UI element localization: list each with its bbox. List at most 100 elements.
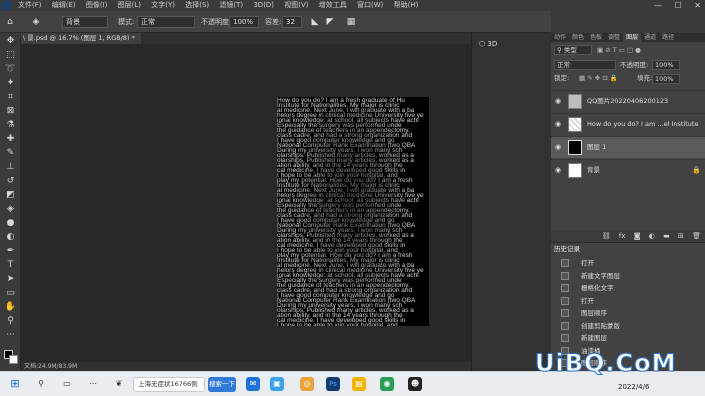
- menu-3d[interactable]: 3D(D): [253, 1, 274, 9]
- trash-icon[interactable]: 🗑: [692, 232, 701, 240]
- blur-tool-icon[interactable]: ●: [4, 217, 17, 230]
- windows-start-icon[interactable]: ⊞: [8, 377, 22, 391]
- layer-row[interactable]: ◉ QQ图片20220406200123: [551, 90, 705, 112]
- fill-input[interactable]: 100%: [652, 74, 680, 84]
- history-item[interactable]: 新建图层: [551, 332, 705, 344]
- frame-tool-icon[interactable]: ⊠: [4, 105, 17, 118]
- paint-bucket-tool-icon[interactable]: ◈: [4, 203, 17, 216]
- home-icon[interactable]: ⌂: [4, 16, 16, 28]
- lasso-tool-icon[interactable]: ➰: [4, 63, 17, 76]
- news-search-pill[interactable]: 上海无症状16766例: [133, 377, 205, 392]
- brush-tool-icon[interactable]: ✎: [4, 147, 17, 160]
- menu-plugins[interactable]: 增效工具: [319, 1, 347, 9]
- close-button[interactable]: ✕: [694, 1, 701, 10]
- widgets-icon[interactable]: ⋯: [86, 377, 100, 391]
- visibility-eye-icon[interactable]: ◉: [555, 97, 563, 105]
- photos-app-icon[interactable]: ▣: [270, 377, 284, 391]
- tolerance-input[interactable]: 32: [282, 16, 302, 28]
- history-brush-tool-icon[interactable]: ↺: [4, 175, 17, 188]
- opacity-input[interactable]: 100%: [229, 16, 259, 28]
- visibility-eye-icon[interactable]: ◉: [555, 120, 563, 128]
- file-explorer-icon[interactable]: ▤: [352, 377, 366, 391]
- tool-preset-select[interactable]: 背景: [62, 16, 108, 28]
- hand-tool-icon[interactable]: ✋: [4, 301, 17, 314]
- blend-mode-select[interactable]: 正常: [554, 60, 616, 70]
- panel-tab[interactable]: 色板: [587, 33, 605, 42]
- sample-all-layers-icon[interactable]: ▦: [345, 16, 357, 28]
- lock-icons[interactable]: ▦ ✎ ✥ ⊡ 🔒: [579, 73, 618, 83]
- canvas[interactable]: How do you do? I am a fresh graduate of …: [277, 97, 429, 326]
- history-item[interactable]: 创建剪贴蒙版: [551, 320, 705, 332]
- move-tool-icon[interactable]: ✥: [4, 35, 17, 48]
- group-icon[interactable]: ▬: [663, 232, 670, 240]
- layer-row[interactable]: ◉ How do you do? I am ...el Institute fo…: [551, 113, 705, 135]
- menu-filter[interactable]: 滤镜(T): [219, 1, 243, 9]
- qq-app-icon[interactable]: ☻: [408, 377, 422, 391]
- 3d-panel-button[interactable]: ⬡ 3D: [479, 38, 513, 50]
- adjustment-icon[interactable]: ◐: [649, 232, 655, 240]
- paint-bucket-tool-icon[interactable]: ◈: [30, 16, 42, 28]
- news-search-button[interactable]: 搜索一下: [208, 377, 236, 392]
- layer-row[interactable]: ◉ 背景 🔒: [551, 159, 705, 181]
- history-item[interactable]: 打开: [551, 257, 705, 269]
- background-color-swatch[interactable]: [9, 355, 18, 364]
- layer-filter-select[interactable]: ⚲ 类型: [554, 45, 592, 55]
- clone-stamp-tool-icon[interactable]: ⊥: [4, 161, 17, 174]
- fx-icon[interactable]: fx: [619, 232, 626, 240]
- menu-select[interactable]: 选择(S): [185, 1, 209, 9]
- menu-file[interactable]: 文件(F): [18, 1, 42, 9]
- photoshop-logo-icon[interactable]: [2, 1, 11, 10]
- search-icon[interactable]: ⚲: [34, 377, 48, 391]
- panel-tab[interactable]: 图层: [623, 33, 642, 42]
- magic-wand-tool-icon[interactable]: ✦: [4, 77, 17, 90]
- crop-tool-icon[interactable]: ⌗: [4, 91, 17, 104]
- maximize-button[interactable]: ☐: [675, 1, 682, 10]
- menu-type[interactable]: 文字(Y): [151, 1, 175, 9]
- minimize-button[interactable]: —: [654, 1, 662, 10]
- document-tab[interactable]: \ 景.psd @ 16.7% (图层 1, RGB/8) *: [21, 33, 141, 44]
- more-tools-icon[interactable]: ···: [4, 329, 17, 342]
- pen-tool-icon[interactable]: ✒: [4, 245, 17, 258]
- zoom-tool-icon[interactable]: ⚲: [4, 315, 17, 328]
- panel-tab[interactable]: 动作: [551, 33, 569, 42]
- rectangle-tool-icon[interactable]: ▭: [4, 287, 17, 300]
- history-item[interactable]: 栅格化文字: [551, 282, 705, 294]
- layer-opacity-input[interactable]: 100%: [652, 60, 680, 70]
- history-item[interactable]: 打开: [551, 295, 705, 307]
- panel-tab[interactable]: 颜色: [569, 33, 587, 42]
- layer-row-selected[interactable]: ◉ 图层 1: [551, 136, 705, 158]
- marquee-tool-icon[interactable]: ⬚: [4, 49, 17, 62]
- eyedropper-tool-icon[interactable]: ⚗: [4, 119, 17, 132]
- visibility-eye-icon[interactable]: ◉: [555, 143, 563, 151]
- new-layer-icon[interactable]: ⊞: [678, 232, 684, 240]
- task-view-icon[interactable]: ▭: [60, 377, 74, 391]
- menu-window[interactable]: 窗口(W): [357, 1, 383, 9]
- eraser-tool-icon[interactable]: ◩: [4, 189, 17, 202]
- layer-filter-icons[interactable]: ▣ ⊘ T ▭ ▢ ●: [597, 45, 701, 55]
- taskbar-date[interactable]: 2022/4/6: [618, 383, 649, 392]
- menu-edit[interactable]: 编辑(E): [52, 1, 76, 9]
- visibility-eye-icon[interactable]: ◉: [555, 166, 563, 174]
- panel-tab[interactable]: 路径: [659, 33, 677, 42]
- mail-app-icon[interactable]: ✉: [246, 377, 260, 391]
- menu-image[interactable]: 图像(I): [86, 1, 108, 9]
- chrome-app-icon[interactable]: ◎: [300, 377, 314, 391]
- contiguous-icon[interactable]: ◤: [324, 16, 336, 28]
- menu-help[interactable]: 帮助(H): [394, 1, 419, 9]
- history-item[interactable]: 新建文字图层: [551, 270, 705, 282]
- butterfly-app-icon[interactable]: ❦: [112, 377, 126, 391]
- healing-brush-tool-icon[interactable]: ✚: [4, 133, 17, 146]
- menu-view[interactable]: 视图(V): [284, 1, 308, 9]
- mask-icon[interactable]: ◙: [634, 232, 641, 240]
- anti-alias-icon[interactable]: ◣: [309, 16, 321, 28]
- menu-layer[interactable]: 图层(L): [118, 1, 141, 9]
- type-tool-icon[interactable]: T: [4, 259, 17, 272]
- panel-tab[interactable]: 调整: [605, 33, 623, 42]
- history-item[interactable]: 图层顺序: [551, 307, 705, 319]
- link-icon[interactable]: ⛓: [602, 232, 611, 240]
- panel-tab[interactable]: 通道: [641, 33, 659, 42]
- path-selection-tool-icon[interactable]: ➤: [4, 273, 17, 286]
- mode-select[interactable]: 正常: [137, 16, 195, 28]
- dodge-tool-icon[interactable]: ◐: [4, 231, 17, 244]
- wechat-app-icon[interactable]: ◉: [380, 377, 394, 391]
